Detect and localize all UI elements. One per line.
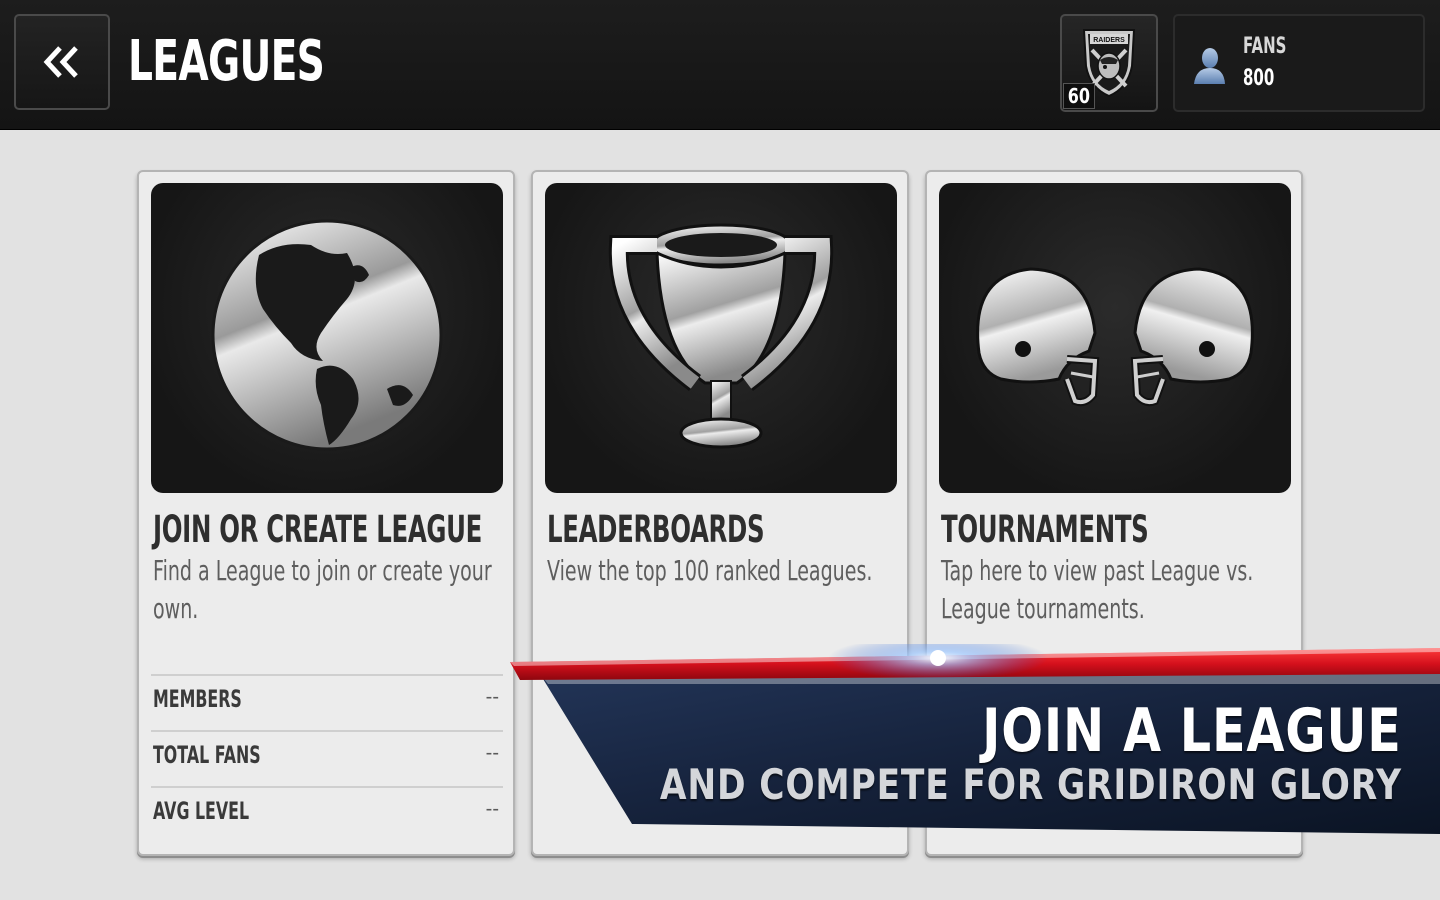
fans-panel: FANS 800 [1173,14,1425,112]
person-silhouette-icon [1194,48,1225,84]
page-title: LEAGUES [128,29,325,94]
stat-row-total-fans: TOTAL FANS -- [151,730,503,786]
card-description: Tap here to view past League vs. League … [941,554,1254,625]
svg-text:RAIDERS: RAIDERS [1093,37,1125,44]
stat-label: AVG LEVEL [153,797,250,825]
fans-value: 800 [1243,66,1275,91]
double-chevron-left-icon [43,46,78,78]
facing-helmets-icon [976,267,1254,407]
back-button[interactable] [14,14,110,110]
card-title: TOURNAMENTS [941,508,1149,551]
team-level-badge: 60 [1063,83,1095,109]
stat-value: -- [485,742,499,764]
card-image [939,183,1291,493]
card-title: JOIN OR CREATE LEAGUE [153,508,482,551]
trophy-icon [608,223,834,449]
globe-icon [211,219,443,451]
join-or-create-league-card[interactable]: JOIN OR CREATE LEAGUE Find a League to j… [137,170,515,856]
fans-label: FANS [1243,34,1287,59]
card-description: Find a League to join or create your own… [153,554,492,625]
stat-label: MEMBERS [153,685,242,713]
stat-row-members: MEMBERS -- [151,674,503,730]
join-a-league-promo-banner[interactable]: JOIN A LEAGUE AND COMPETE FOR GRIDIRON G… [510,644,1440,854]
card-image [545,183,897,493]
top-bar: LEAGUES RAIDERS 60 FANS 800 [0,0,1440,130]
card-description: View the top 100 ranked Leagues. [547,554,873,587]
promo-subheadline: AND COMPETE FOR GRIDIRON GLORY [659,760,1402,809]
team-badge-button[interactable]: RAIDERS 60 [1060,14,1158,112]
card-image [151,183,503,493]
stat-label: TOTAL FANS [153,741,261,769]
stat-value: -- [485,798,499,820]
stat-row-avg-level: AVG LEVEL -- [151,786,503,842]
league-stats: MEMBERS -- TOTAL FANS -- AVG LEVEL -- [151,674,503,842]
card-title: LEADERBOARDS [547,508,765,551]
stat-value: -- [485,686,499,708]
promo-headline: JOIN A LEAGUE [982,696,1402,766]
